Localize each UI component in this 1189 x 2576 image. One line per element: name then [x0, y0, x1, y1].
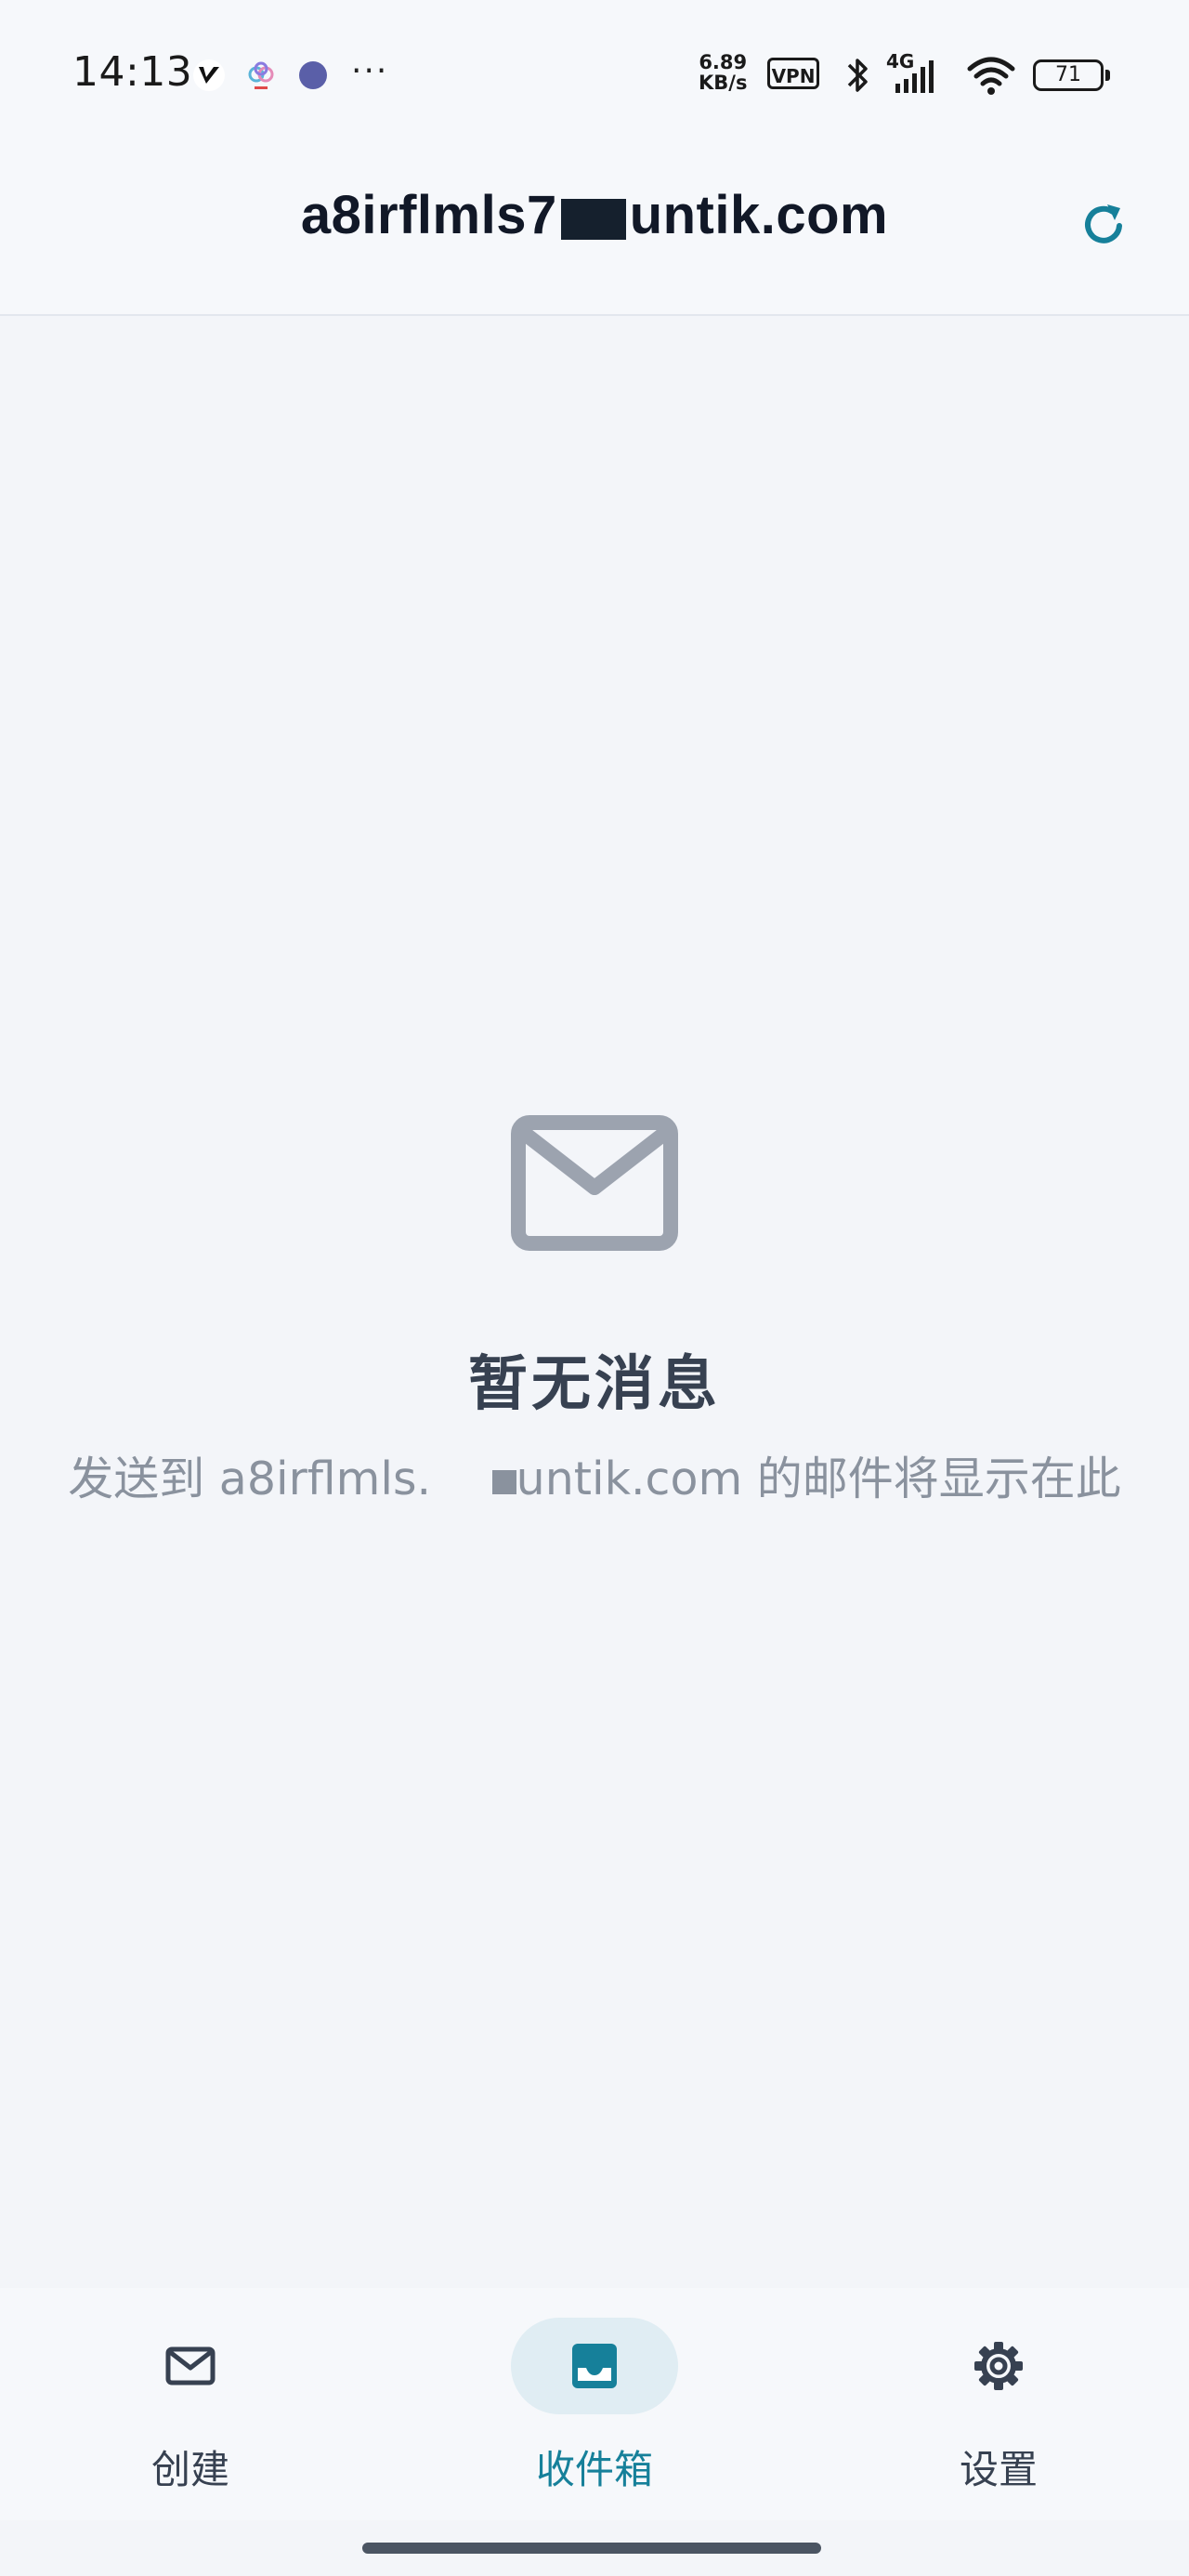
- nav-item-settings[interactable]: 设置: [887, 2318, 1110, 2504]
- gear-icon: [974, 2342, 1023, 2390]
- status-time: 14:13: [72, 48, 193, 96]
- nav-label-settings: 设置: [959, 2447, 1038, 2492]
- inbox-icon: [572, 2344, 617, 2388]
- nav-label-inbox: 收件箱: [535, 2447, 653, 2492]
- vpn-badge: VPN: [767, 58, 819, 89]
- empty-title: 暂无消息: [468, 1350, 721, 1419]
- blue-app-icon: [299, 61, 327, 89]
- cellular-signal: 4G: [886, 50, 957, 97]
- net-speed: 6.89 KB/s: [699, 52, 747, 93]
- bottom-navigation: 创建 收件箱 设置: [0, 2288, 1189, 2520]
- nav-item-inbox[interactable]: 收件箱: [483, 2318, 706, 2504]
- empty-subtitle: 发送到 a8irflmls. untik.com 的邮件将显示在此: [37, 1442, 1152, 1508]
- nav-label-create: 创建: [150, 2447, 229, 2492]
- refresh-icon: [1085, 204, 1122, 243]
- battery-indicator: 71: [1033, 59, 1110, 91]
- refresh-button[interactable]: [1076, 195, 1133, 253]
- signal-bars-icon: [895, 60, 934, 93]
- mail-icon: [165, 2346, 216, 2385]
- redaction-block: [491, 1469, 516, 1494]
- cloud-app-icon: [245, 59, 277, 91]
- bluetooth-icon: [847, 59, 868, 92]
- home-indicator[interactable]: [362, 2543, 821, 2554]
- v-app-icon: [193, 59, 225, 91]
- status-bar: 14:13 ··· 6.89 KB/s VPN 4G 71: [0, 0, 1189, 149]
- screen: 14:13 ··· 6.89 KB/s VPN 4G 71 a8irflmls7…: [0, 0, 1189, 2576]
- mail-icon: [511, 1115, 678, 1251]
- title-prefix: a8irflmls7: [300, 185, 557, 245]
- subtitle-prefix: 发送到 a8irflmls.: [68, 1452, 432, 1505]
- app-bar: a8irflmls7 untik.com: [0, 149, 1189, 316]
- net-speed-value: 6.89: [699, 51, 748, 73]
- subtitle-suffix: untik.com 的邮件将显示在此: [516, 1452, 1121, 1505]
- email-address-title[interactable]: a8irflmls7 untik.com: [0, 184, 1189, 246]
- nav-item-create[interactable]: 创建: [79, 2318, 302, 2504]
- wifi-icon: [967, 57, 1015, 95]
- title-suffix: untik.com: [629, 185, 889, 245]
- net-speed-unit: KB/s: [699, 72, 748, 94]
- redaction-block: [560, 198, 626, 240]
- more-notifications-icon: ···: [351, 52, 389, 90]
